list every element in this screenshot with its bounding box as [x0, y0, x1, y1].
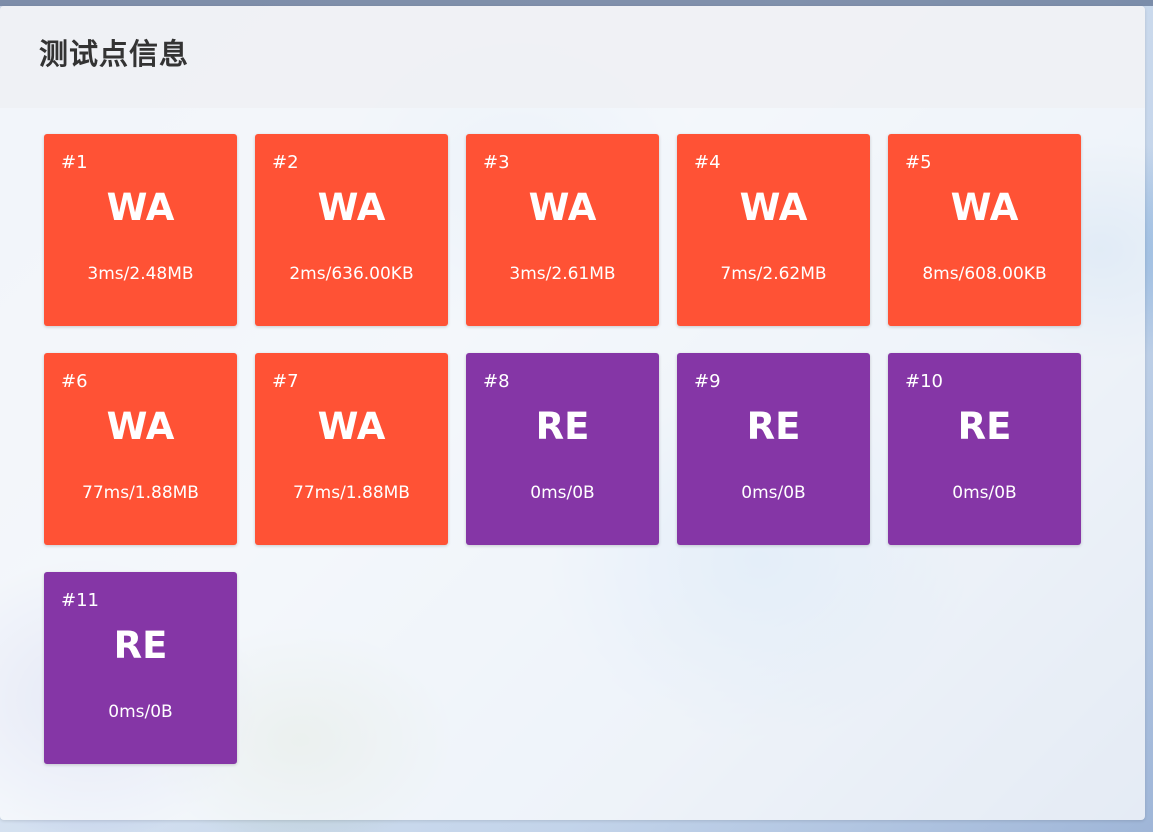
testcase-id: #9: [694, 371, 721, 392]
panel-title: 测试点信息: [39, 37, 190, 71]
testcase-status: WA: [528, 186, 597, 229]
testcase-grid: #1 WA 3ms/2.48MB #2 WA 2ms/636.00KB #3 WA 3ms/2.…: [44, 134, 1081, 764]
testcase-status: WA: [106, 405, 175, 448]
testcase-status: WA: [106, 186, 175, 229]
testcase-status: WA: [739, 186, 808, 229]
testcase-id: #7: [272, 371, 299, 392]
testcase-id: #1: [61, 152, 88, 173]
testcase-id: #11: [61, 590, 99, 611]
testcase-status: WA: [950, 186, 1019, 229]
testcase-id: #4: [694, 152, 721, 173]
testcase-usage: 77ms/1.88MB: [82, 483, 199, 503]
testcase-card[interactable]: #10 RE 0ms/0B: [888, 353, 1081, 545]
testcase-card[interactable]: #5 WA 8ms/608.00KB: [888, 134, 1081, 326]
testcase-card[interactable]: #9 RE 0ms/0B: [677, 353, 870, 545]
testcase-id: #5: [905, 152, 932, 173]
testcase-id: #10: [905, 371, 943, 392]
testcase-panel: 测试点信息 #1 WA 3ms/2.48MB #2 WA 2ms/636.00KB #3 WA…: [0, 6, 1145, 820]
testcase-status: WA: [317, 405, 386, 448]
testcase-card[interactable]: #11 RE 0ms/0B: [44, 572, 237, 764]
testcase-card[interactable]: #3 WA 3ms/2.61MB: [466, 134, 659, 326]
testcase-id: #8: [483, 371, 510, 392]
testcase-status: WA: [317, 186, 386, 229]
testcase-card[interactable]: #4 WA 7ms/2.62MB: [677, 134, 870, 326]
testcase-usage: 0ms/0B: [530, 483, 595, 503]
testcase-usage: 7ms/2.62MB: [720, 264, 827, 284]
testcase-card[interactable]: #2 WA 2ms/636.00KB: [255, 134, 448, 326]
testcase-status: RE: [535, 405, 590, 448]
testcase-usage: 3ms/2.61MB: [509, 264, 616, 284]
testcase-usage: 0ms/0B: [741, 483, 806, 503]
testcase-usage: 2ms/636.00KB: [289, 264, 414, 284]
testcase-id: #2: [272, 152, 299, 173]
testcase-usage: 0ms/0B: [108, 702, 173, 722]
testcase-card[interactable]: #8 RE 0ms/0B: [466, 353, 659, 545]
testcase-usage: 0ms/0B: [952, 483, 1017, 503]
testcase-id: #3: [483, 152, 510, 173]
testcase-status: RE: [746, 405, 801, 448]
testcase-usage: 8ms/608.00KB: [922, 264, 1047, 284]
testcase-id: #6: [61, 371, 88, 392]
testcase-card[interactable]: #6 WA 77ms/1.88MB: [44, 353, 237, 545]
testcase-usage: 3ms/2.48MB: [87, 264, 194, 284]
testcase-status: RE: [957, 405, 1012, 448]
panel-header: 测试点信息: [0, 6, 1145, 108]
testcase-status: RE: [113, 624, 168, 667]
testcase-usage: 77ms/1.88MB: [293, 483, 410, 503]
testcase-card[interactable]: #1 WA 3ms/2.48MB: [44, 134, 237, 326]
testcase-card[interactable]: #7 WA 77ms/1.88MB: [255, 353, 448, 545]
